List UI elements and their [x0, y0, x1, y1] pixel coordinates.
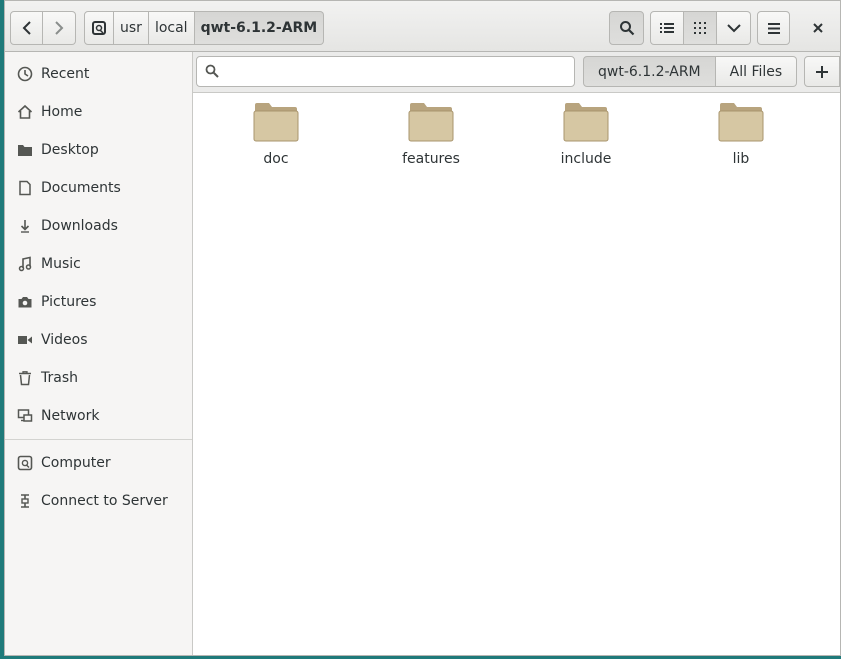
clock-icon	[17, 66, 33, 82]
file-item[interactable]: lib	[691, 101, 791, 167]
forward-button[interactable]	[43, 11, 76, 45]
sidebar-item-videos[interactable]: Videos	[5, 325, 192, 355]
sidebar-item-label: Desktop	[41, 142, 99, 158]
chevron-right-icon	[55, 21, 64, 35]
breadcrumb-label: local	[154, 20, 188, 36]
hamburger-icon	[767, 22, 780, 34]
search-icon	[205, 64, 219, 78]
breadcrumb-root-button[interactable]	[84, 11, 114, 45]
folder-icon	[563, 103, 609, 142]
document-icon	[17, 180, 33, 196]
sidebar-item-desktop[interactable]: Desktop	[5, 135, 192, 165]
sidebar-item-documents[interactable]: Documents	[5, 173, 192, 203]
trash-icon	[17, 370, 33, 386]
sidebar-item-computer[interactable]: Computer	[5, 448, 192, 478]
camera-icon	[17, 294, 33, 310]
sidebar-item-label: Pictures	[41, 294, 97, 310]
music-icon	[17, 256, 33, 272]
scope-all-files-button[interactable]: All Files	[715, 56, 798, 87]
file-name: include	[560, 151, 612, 167]
header-bar: usr local qwt-6.1.2-ARM	[5, 1, 840, 52]
file-name: doc	[263, 151, 289, 167]
sidebar-item-trash[interactable]: Trash	[5, 363, 192, 393]
list-view-icon	[660, 23, 674, 33]
folder-icon	[17, 142, 33, 158]
scope-label: All Files	[729, 63, 783, 80]
sidebar-item-label: Network	[41, 408, 100, 424]
server-connect-icon	[17, 493, 33, 509]
home-icon	[17, 104, 33, 120]
file-name: features	[402, 151, 460, 167]
breadcrumb-usr[interactable]: usr	[114, 11, 149, 45]
sidebar-divider	[5, 439, 192, 440]
sidebar-item-label: Computer	[41, 455, 111, 471]
sidebar-item-downloads[interactable]: Downloads	[5, 211, 192, 241]
add-search-criteria-button[interactable]	[804, 56, 840, 87]
back-button[interactable]	[10, 11, 43, 45]
breadcrumb-current[interactable]: qwt-6.1.2-ARM	[194, 11, 325, 45]
drive-icon	[92, 21, 106, 35]
file-name: lib	[732, 151, 750, 167]
chevron-down-icon	[726, 24, 741, 33]
folder-icon	[408, 103, 454, 142]
sidebar-item-recent[interactable]: Recent	[5, 59, 192, 89]
search-bar: qwt-6.1.2-ARM All Files	[193, 52, 840, 93]
grid-view-icon	[694, 22, 706, 34]
file-manager-window: usr local qwt-6.1.2-ARM Recent Home Desk…	[4, 0, 841, 656]
file-grid: doc features include lib	[193, 93, 840, 655]
search-scope: qwt-6.1.2-ARM All Files	[583, 56, 798, 87]
menu-group	[757, 11, 790, 45]
search-button[interactable]	[609, 11, 644, 45]
breadcrumb-label: usr	[120, 20, 142, 36]
scope-label: qwt-6.1.2-ARM	[598, 63, 701, 80]
grid-view-button[interactable]	[684, 11, 717, 45]
file-item[interactable]: features	[381, 101, 481, 167]
video-icon	[17, 332, 33, 348]
network-icon	[17, 408, 33, 424]
drive-icon	[17, 455, 33, 471]
search-input[interactable]	[196, 56, 575, 87]
sidebar-item-home[interactable]: Home	[5, 97, 192, 127]
sidebar-item-pictures[interactable]: Pictures	[5, 287, 192, 317]
scope-current-folder-button[interactable]: qwt-6.1.2-ARM	[583, 56, 716, 87]
folder-icon	[718, 103, 764, 142]
sidebar-item-label: Recent	[41, 66, 90, 82]
sidebar-item-connect-to-server[interactable]: Connect to Server	[5, 486, 192, 516]
download-icon	[17, 218, 33, 234]
view-options-button[interactable]	[717, 11, 751, 45]
menu-button[interactable]	[757, 11, 790, 45]
file-item[interactable]: doc	[226, 101, 326, 167]
search-toggle-group	[609, 11, 644, 45]
sidebar-item-label: Music	[41, 256, 81, 272]
sidebar-item-network[interactable]: Network	[5, 401, 192, 431]
chevron-left-icon	[22, 21, 31, 35]
view-switcher	[650, 11, 751, 45]
plus-icon	[816, 65, 828, 78]
folder-icon	[253, 103, 299, 142]
breadcrumb: usr local qwt-6.1.2-ARM	[84, 11, 325, 45]
list-view-button[interactable]	[650, 11, 684, 45]
search-icon	[619, 21, 634, 36]
sidebar: Recent Home Desktop Documents Downloads …	[5, 52, 193, 655]
history-nav	[10, 11, 76, 45]
breadcrumb-local[interactable]: local	[148, 11, 195, 45]
breadcrumb-label: qwt-6.1.2-ARM	[200, 20, 318, 36]
sidebar-item-label: Home	[41, 104, 83, 120]
sidebar-item-label: Documents	[41, 180, 121, 196]
close-icon	[813, 23, 823, 33]
file-item[interactable]: include	[536, 101, 636, 167]
sidebar-item-label: Connect to Server	[41, 493, 168, 509]
sidebar-item-music[interactable]: Music	[5, 249, 192, 279]
close-button[interactable]	[801, 11, 835, 45]
sidebar-item-label: Downloads	[41, 218, 118, 234]
sidebar-item-label: Trash	[41, 370, 78, 386]
sidebar-item-label: Videos	[41, 332, 88, 348]
